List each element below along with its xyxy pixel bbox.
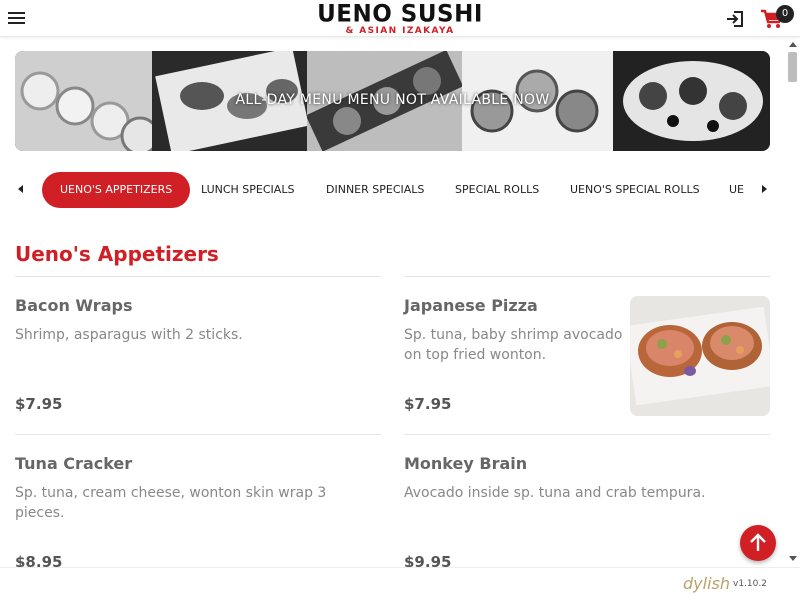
- item-description: Sp. tuna, baby shrimp avocado on top fri…: [404, 327, 623, 363]
- login-icon[interactable]: [725, 9, 747, 29]
- brand-logo[interactable]: UENO SUSHI & ASIAN IZAKAYA: [300, 0, 500, 36]
- item-price: $8.95: [15, 553, 63, 567]
- item-price: $9.95: [404, 553, 452, 567]
- chevron-left-icon[interactable]: [18, 185, 23, 193]
- item-price: $7.95: [15, 395, 63, 413]
- cart-count-badge: 0: [776, 5, 794, 23]
- scrollbar-thumb[interactable]: [788, 52, 797, 82]
- tab-overflow[interactable]: UE: [729, 172, 744, 208]
- hamburger-menu-icon[interactable]: [8, 8, 28, 28]
- main-content: ALL-DAY MENU MENU NOT AVAILABLE NOW UENO…: [0, 37, 785, 567]
- category-tabs: UENO'S APPETIZERS LUNCH SPECIALS DINNER …: [30, 170, 745, 210]
- chevron-right-icon[interactable]: [762, 185, 767, 193]
- menu-item[interactable]: Bacon Wraps Shrimp, asparagus with 2 sti…: [15, 276, 381, 434]
- scroll-up-arrow-icon[interactable]: [789, 42, 797, 47]
- item-name: Tuna Cracker: [15, 454, 133, 473]
- japanese-pizza-photo: [630, 296, 770, 416]
- app-version: v1.10.2: [733, 579, 767, 589]
- menu-item[interactable]: Tuna Cracker Sp. tuna, cream cheese, won…: [15, 434, 381, 567]
- scroll-to-top-button[interactable]: [740, 525, 776, 561]
- item-description: Shrimp, asparagus with 2 sticks.: [15, 327, 243, 343]
- app-footer: dylish v1.10.2: [0, 567, 800, 600]
- app-header: UENO SUSHI & ASIAN IZAKAYA 0: [0, 0, 800, 37]
- logo-title: UENO SUSHI: [317, 0, 483, 28]
- scroll-down-arrow-icon[interactable]: [789, 556, 797, 561]
- menu-item[interactable]: Monkey Brain Avocado inside sp. tuna and…: [404, 434, 770, 567]
- item-price: $7.95: [404, 395, 452, 413]
- tab-dinner-specials[interactable]: DINNER SPECIALS: [326, 172, 424, 208]
- tab-special-rolls[interactable]: SPECIAL ROLLS: [455, 172, 539, 208]
- category-nav: UENO'S APPETIZERS LUNCH SPECIALS DINNER …: [0, 170, 785, 210]
- item-description: Avocado inside sp. tuna and crab tempura…: [404, 485, 706, 501]
- arrow-up-icon: [750, 533, 766, 551]
- item-name: Japanese Pizza: [404, 296, 538, 315]
- page-scrollbar[interactable]: [785, 37, 800, 567]
- tab-uenos-special-rolls[interactable]: UENO'S SPECIAL ROLLS: [570, 172, 700, 208]
- tab-uenos-appetizers[interactable]: UENO'S APPETIZERS: [42, 172, 191, 208]
- item-name: Monkey Brain: [404, 454, 528, 473]
- section-title: Ueno's Appetizers: [15, 242, 219, 266]
- tab-lunch-specials[interactable]: LUNCH SPECIALS: [201, 172, 294, 208]
- item-description: Sp. tuna, cream cheese, wonton skin wrap…: [15, 485, 327, 521]
- menu-availability-text: ALL-DAY MENU MENU NOT AVAILABLE NOW: [235, 92, 550, 108]
- menu-item[interactable]: Japanese Pizza Sp. tuna, baby shrimp avo…: [404, 276, 770, 434]
- dylish-brand[interactable]: dylish: [683, 574, 730, 593]
- item-name: Bacon Wraps: [15, 296, 133, 315]
- menu-banner: ALL-DAY MENU MENU NOT AVAILABLE NOW: [15, 51, 770, 151]
